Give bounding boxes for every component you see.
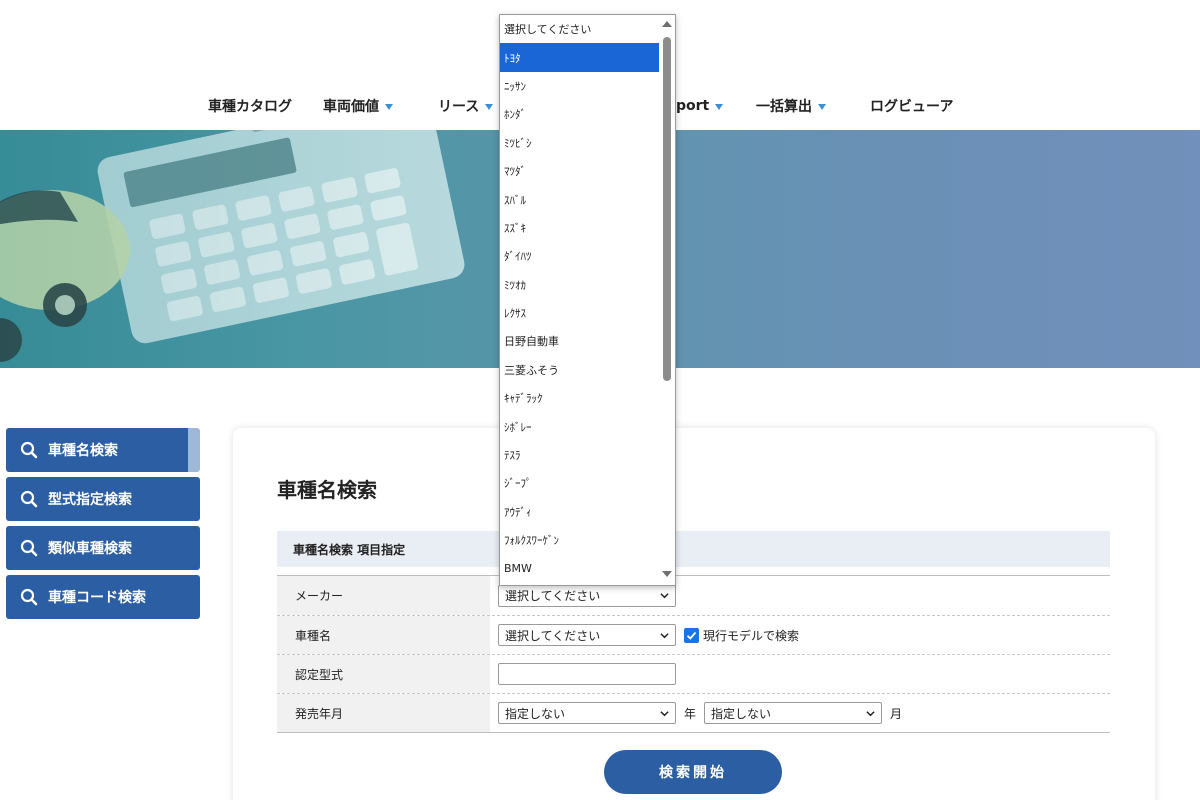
sidebar-item-label: 型式指定検索 [48, 492, 132, 508]
select-value: 指定しない [711, 706, 772, 721]
dropdown-option[interactable]: 三菱ふそう [500, 356, 660, 384]
search-icon [20, 490, 38, 508]
caret-down-icon [715, 104, 724, 110]
nav-item-label: リース [438, 99, 480, 115]
dropdown-option[interactable]: ﾚｸｻｽ [500, 299, 660, 327]
select-value: 指定しない [505, 706, 566, 721]
release-month-select[interactable]: 指定しない [704, 702, 883, 724]
form-cell: 選択してください 現行モデルで検索 [490, 616, 1110, 654]
caret-down-icon [818, 104, 826, 110]
search-icon [20, 588, 38, 606]
dropdown-option[interactable]: ｼﾞｰﾌﾟ [500, 469, 660, 497]
chevron-down-icon [660, 632, 669, 638]
nav-item-label: 車種カタログ [208, 99, 292, 115]
dropdown-option[interactable]: ｷｬﾃﾞﾗｯｸ [500, 384, 660, 412]
form-cell: 指定しない 年 指定しない 月 [490, 694, 1110, 732]
dropdown-option[interactable]: ﾆｯｻﾝ [500, 72, 660, 100]
form-row-model: 車種名 選択してください 現行モデルで検索 [277, 615, 1110, 654]
search-icon [20, 441, 38, 459]
search-panel: 車種名検索 車種名検索 項目指定 メーカー 選択してください 車種名 選択してく… [233, 428, 1155, 800]
nav-item-vehicle-value[interactable]: 車両価値 [323, 94, 393, 118]
maker-dropdown-list[interactable]: 選択してください ﾄﾖﾀ ﾆｯｻﾝ ﾎﾝﾀﾞ ﾐﾂﾋﾞｼ ﾏﾂﾀﾞ ｽﾊﾞﾙ ｽｽﾞｷ ﾀﾞｲﾊ… [499, 14, 676, 586]
dropdown-option[interactable]: ﾌｫﾙｸｽﾜｰｹﾞﾝ [500, 526, 660, 554]
chevron-down-icon [866, 710, 875, 716]
dropdown-option[interactable]: ﾐﾂｵｶ [500, 271, 660, 299]
search-icon [20, 539, 38, 557]
dropdown-options: 選択してください ﾄﾖﾀ ﾆｯｻﾝ ﾎﾝﾀﾞ ﾐﾂﾋﾞｼ ﾏﾂﾀﾞ ｽﾊﾞﾙ ｽｽﾞｷ ﾀﾞｲﾊ… [500, 15, 660, 583]
form-row-maker: メーカー 選択してください [277, 576, 1110, 615]
month-unit: 月 [890, 706, 903, 721]
year-unit: 年 [684, 706, 697, 721]
current-model-checkbox[interactable] [684, 627, 699, 643]
dropdown-option[interactable]: ﾃｽﾗ [500, 441, 660, 469]
nav-item-log-viewer[interactable]: ログビューア [870, 94, 953, 118]
nav-item-label: 車両価値 [323, 99, 379, 115]
scrollbar-thumb[interactable] [663, 37, 671, 381]
form-row-release-date: 発売年月 指定しない 年 指定しない 月 [277, 693, 1110, 732]
form-label: 車種名 [277, 616, 490, 654]
dropdown-option[interactable]: 日野自動車 [500, 327, 660, 355]
caret-down-icon [485, 104, 494, 110]
nav-item-catalog[interactable]: 車種カタログ [208, 94, 292, 118]
dropdown-option[interactable]: ﾏﾂﾀﾞ [500, 157, 660, 185]
dropdown-option[interactable]: ﾐﾂﾋﾞｼ [500, 129, 660, 157]
nav-item-label: ログビューア [870, 99, 954, 115]
search-start-button[interactable]: 検索開始 [604, 750, 782, 794]
chevron-down-icon [660, 593, 669, 599]
select-value: 選択してください [505, 589, 601, 603]
form-label: 認定型式 [277, 655, 490, 693]
nav-item-support[interactable]: port [676, 94, 724, 118]
section-header: 車種名検索 項目指定 [277, 531, 1110, 567]
form-row-cert-type: 認定型式 [277, 654, 1110, 693]
dropdown-option[interactable]: ｱｳﾃﾞｨ [500, 498, 660, 526]
form-cell [490, 655, 1110, 693]
checkbox-label: 現行モデルで検索 [703, 628, 800, 643]
scroll-down-icon[interactable] [662, 571, 672, 577]
model-select[interactable]: 選択してください [498, 624, 676, 646]
chevron-down-icon [660, 710, 669, 716]
sidebar-item-model-name-search[interactable]: 車種名検索 [6, 428, 200, 472]
nav-item-label: port [676, 98, 710, 114]
dropdown-scrollbar[interactable] [659, 15, 675, 585]
sidebar-item-label: 車種名検索 [48, 443, 118, 459]
search-form-table: メーカー 選択してください 車種名 選択してください 現行モデルで検索 認定型式… [277, 575, 1110, 733]
sidebar-item-label: 類似車種検索 [48, 541, 132, 557]
page: 車種カタログ 車両価値 リース port 一括算出 ログビューア 車種名検索 型… [0, 0, 1200, 800]
sidebar-item-model-code-search[interactable]: 車種コード検索 [6, 575, 200, 619]
check-icon [686, 631, 697, 640]
nav-item-lease[interactable]: リース [438, 94, 494, 118]
select-value: 選択してください [505, 628, 601, 643]
dropdown-option[interactable]: ﾎﾝﾀﾞ [500, 100, 660, 128]
dropdown-option[interactable]: 選択してください [500, 15, 660, 43]
dropdown-option[interactable]: ﾀﾞｲﾊﾂ [500, 242, 660, 270]
dropdown-option[interactable]: ｽｽﾞｷ [500, 214, 660, 242]
form-label: 発売年月 [277, 694, 490, 732]
nav-item-label: 一括算出 [756, 99, 812, 115]
caret-down-icon [385, 104, 393, 110]
dropdown-option[interactable]: ｽﾊﾞﾙ [500, 185, 660, 213]
sidebar-item-similar-model-search[interactable]: 類似車種検索 [6, 526, 200, 570]
sidebar-item-label: 車種コード検索 [48, 590, 146, 606]
nav-item-bulk-calc[interactable]: 一括算出 [756, 94, 826, 118]
scroll-up-icon[interactable] [662, 21, 672, 27]
form-label: メーカー [277, 576, 490, 615]
dropdown-option[interactable]: BMW [500, 554, 660, 582]
cert-type-input[interactable] [498, 663, 676, 685]
page-title: 車種名検索 [277, 478, 377, 502]
sidebar-item-type-search[interactable]: 型式指定検索 [6, 477, 200, 521]
dropdown-option[interactable]: ｼﾎﾞﾚｰ [500, 412, 660, 440]
maker-select[interactable]: 選択してください [498, 584, 676, 607]
release-year-select[interactable]: 指定しない [498, 702, 676, 724]
dropdown-option[interactable]: ﾄﾖﾀ [500, 43, 660, 72]
